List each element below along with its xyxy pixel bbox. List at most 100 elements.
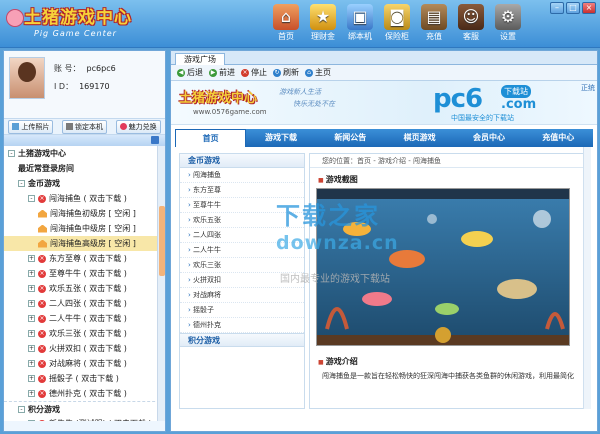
tree-item-label: 对战麻将 ( 双击下载 )	[49, 359, 127, 368]
sidebar-game-link[interactable]: 闯海捕鱼	[180, 168, 304, 183]
toolbar-bind-pc-button[interactable]: ▣ 绑本机	[342, 2, 378, 42]
menu-member[interactable]: 会员中心	[454, 129, 523, 147]
site-logo[interactable]: 土猪游戏中心	[179, 87, 257, 106]
expand-icon[interactable]: +	[28, 375, 35, 382]
tree-scrollbar[interactable]	[157, 146, 165, 421]
avatar[interactable]	[9, 57, 45, 99]
close-button[interactable]: ×	[582, 2, 596, 14]
pc6-slogan: 中国最安全的下载站	[451, 114, 514, 122]
collapse-icon[interactable]: -	[8, 150, 15, 157]
lock-pc-button[interactable]: 锁定本机	[61, 119, 107, 134]
charm-exchange-button[interactable]: 魅力兑换	[115, 119, 161, 134]
site-menu: 首页 游戏下载 新闻公告 棋页游戏 会员中心 充值中心	[175, 129, 593, 147]
pc6-domain: .com	[501, 97, 537, 112]
not-installed-icon: ×	[38, 374, 46, 383]
toolbar-recharge-button[interactable]: ▤ 充值	[416, 2, 452, 42]
maximize-button[interactable]: □	[566, 2, 580, 14]
tree-item-label: 闯海捕鱼高级房 [ 空闲 ]	[50, 239, 136, 248]
sidebar-game-link[interactable]: 摇骰子	[180, 303, 304, 318]
tree-game-item[interactable]: + × 东方至尊 ( 双击下载 )	[4, 251, 165, 266]
not-installed-icon: ×	[38, 389, 46, 398]
room-house-icon	[38, 209, 47, 218]
tree-game-item[interactable]: + × 二人四张 ( 双击下载 )	[4, 296, 165, 311]
tree-room-item[interactable]: 闯海捕鱼高级房 [ 空闲 ]	[4, 236, 165, 251]
tree-item-label: 至尊牛牛 ( 双击下载 )	[49, 269, 127, 278]
expand-icon[interactable]: +	[28, 270, 35, 277]
back-icon: ◀	[177, 68, 185, 77]
tree-folder-item[interactable]: 最近常登录房间	[4, 161, 165, 176]
expand-icon[interactable]: +	[28, 300, 35, 307]
toolbar-service-button[interactable]: ☺ 客服	[453, 2, 489, 42]
pin-icon[interactable]	[151, 136, 159, 144]
tree-folder-item[interactable]: - 金币游戏	[4, 176, 165, 191]
banner-right-link[interactable]: 正统	[581, 83, 595, 93]
tree-room-item[interactable]: 闯海捕鱼中级房 [ 空闲 ]	[4, 221, 165, 236]
not-installed-icon: ×	[38, 194, 46, 203]
menu-news[interactable]: 新闻公告	[316, 129, 385, 147]
menu-recharge[interactable]: 充值中心	[524, 129, 593, 147]
tree-game-item[interactable]: + × 欢乐五张 ( 双击下载 )	[4, 281, 165, 296]
tree-game-item[interactable]: + × 德州扑克 ( 双击下载 )	[4, 386, 165, 401]
not-installed-icon: ×	[38, 344, 46, 353]
forward-button[interactable]: ▶ 前进	[209, 67, 235, 78]
intro-section: 游戏介绍 闯海捕鱼是一款旨在轻松畅快的狂深闯海中捕获各类鱼群的休闲游戏，利用最简…	[310, 350, 590, 391]
toolbar-home-button[interactable]: ⌂ 首页	[268, 2, 304, 42]
expand-icon[interactable]: +	[28, 345, 35, 352]
lock-icon	[65, 123, 73, 130]
menu-download[interactable]: 游戏下载	[246, 129, 315, 147]
expand-icon[interactable]: +	[28, 285, 35, 292]
toolbar-gold-button[interactable]: ★ 理财金	[305, 2, 341, 42]
id-line: I D： 169170	[54, 82, 110, 91]
heart-icon	[119, 123, 127, 130]
tree-game-item[interactable]: + × 对战麻将 ( 双击下载 )	[4, 356, 165, 371]
expand-icon[interactable]: +	[28, 315, 35, 322]
stop-button[interactable]: × 停止	[241, 67, 267, 78]
not-installed-icon: ×	[38, 299, 46, 308]
user-actions: 上传照片 锁定本机 魅力兑换	[4, 119, 165, 135]
tree-game-item[interactable]: + × 至尊牛牛 ( 双击下载 )	[4, 266, 165, 281]
minimize-button[interactable]: –	[550, 2, 564, 14]
toolbar-safe-button[interactable]: ◙ 保险柜	[379, 2, 415, 42]
pc6-logo: pc6	[433, 84, 483, 114]
expand-icon[interactable]: +	[28, 330, 35, 337]
gold-icon: ★	[310, 4, 336, 30]
collapse-icon[interactable]: -	[18, 180, 25, 187]
tab-game-plaza[interactable]: 游戏广场	[175, 53, 225, 65]
tree-game-item[interactable]: + × 摇骰子 ( 双击下载 )	[4, 371, 165, 386]
refresh-button[interactable]: ↻ 刷新	[273, 67, 299, 78]
recharge-icon: ▤	[421, 4, 447, 30]
account-value: pc6pc6	[86, 64, 116, 73]
site-banner: 土猪游戏中心 www.0576game.com 游戏新人生活 快乐无处不在 pc…	[171, 81, 597, 125]
slogan-line-2: 快乐无处不在	[293, 100, 335, 108]
expand-icon[interactable]: +	[28, 255, 35, 262]
tree-folder-item[interactable]: - 积分游戏	[4, 401, 165, 416]
tree-game-item[interactable]: + × 二人牛牛 ( 双击下载 )	[4, 311, 165, 326]
toolbar-settings-button[interactable]: ⚙ 设置	[490, 2, 526, 42]
id-value: 169170	[79, 82, 110, 91]
expand-icon[interactable]: +	[28, 420, 35, 421]
tree-folder-item[interactable]: - 土猪游戏中心	[4, 146, 165, 161]
upload-photo-button[interactable]: 上传照片	[8, 119, 54, 134]
page-scrollbar[interactable]	[583, 147, 591, 409]
back-button[interactable]: ◀ 后退	[177, 67, 203, 78]
not-installed-icon: ×	[38, 419, 46, 421]
collapse-icon[interactable]: -	[28, 195, 35, 202]
expand-icon[interactable]: +	[28, 360, 35, 367]
tree-room-item[interactable]: 闯海捕鱼初级房 [ 空闲 ]	[4, 206, 165, 221]
tree-game-item[interactable]: + × 欢乐三张 ( 双击下载 )	[4, 326, 165, 341]
sidebar-game-link[interactable]: 对战麻将	[180, 288, 304, 303]
watermark-slogan: 国内最专业的游戏下载站	[280, 274, 390, 285]
expand-icon[interactable]: +	[28, 390, 35, 397]
photo-icon	[12, 123, 20, 130]
homepage-button[interactable]: ⌂ 主页	[305, 67, 331, 78]
collapse-icon[interactable]: -	[18, 406, 25, 413]
sidebar-game-link[interactable]: 德州扑克	[180, 318, 304, 333]
tree-game-item[interactable]: + × 火拼双扣 ( 双击下载 )	[4, 341, 165, 356]
menu-web-games[interactable]: 棋页游戏	[385, 129, 454, 147]
tree-game-item[interactable]: +×新牛牛 (测试服) ( 双击下载 )	[4, 416, 165, 421]
menu-home[interactable]: 首页	[175, 129, 247, 147]
settings-icon: ⚙	[495, 4, 521, 30]
tree-game-item[interactable]: - × 闯海捕鱼 ( 双击下载 )	[4, 191, 165, 206]
logo-subtitle: Pig Game Center	[34, 29, 117, 38]
tree-scrollbar-thumb[interactable]	[159, 206, 165, 276]
